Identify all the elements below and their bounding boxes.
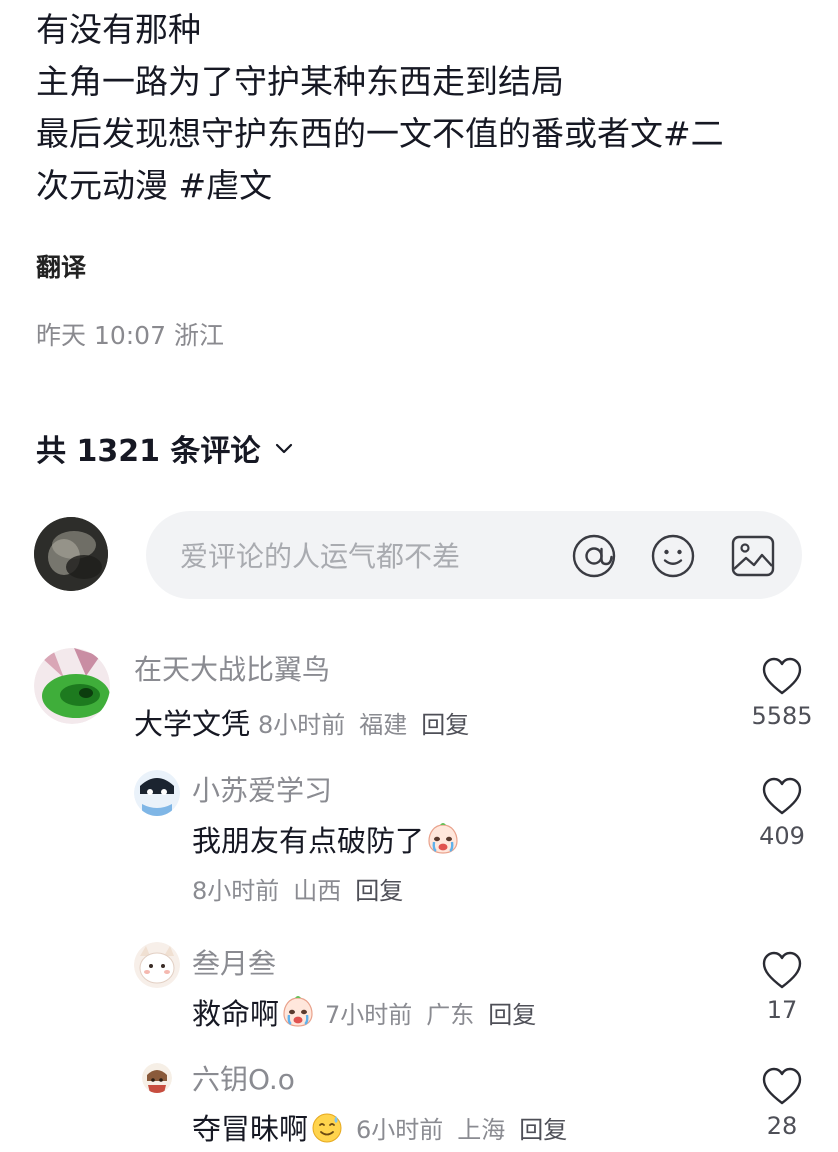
post-meta: 昨天 10:07 浙江 <box>36 321 224 350</box>
comment-location: 广东 <box>426 1000 475 1029</box>
comment-text: 大学文凭 <box>134 707 251 741</box>
post-line: 最后发现想守护东西的一文不值的番或者文#二 <box>36 114 724 153</box>
comment-text: 夺冒昧啊 <box>192 1112 309 1146</box>
reply-button[interactable]: 回复 <box>421 705 469 740</box>
like-button[interactable]: 409 <box>747 776 817 850</box>
comment-time: 7小时前 <box>325 1000 413 1029</box>
comment-username[interactable]: 小苏爱学习 <box>192 769 332 809</box>
heart-icon <box>762 951 802 989</box>
comment-username[interactable]: 六钥O.o <box>192 1058 295 1098</box>
chevron-down-icon <box>276 443 293 454</box>
crying-emoji-icon <box>283 996 313 1027</box>
crying-emoji-icon <box>428 823 458 854</box>
comment-time: 8小时前 <box>192 877 280 905</box>
like-count: 5585 <box>751 702 813 730</box>
comment-location: 山西 <box>293 877 342 905</box>
reply-button[interactable]: 回复 <box>488 995 536 1030</box>
comment-text: 我朋友有点破防了 <box>192 824 425 858</box>
translate-button[interactable]: 翻译 <box>36 248 86 284</box>
my-avatar[interactable] <box>34 517 108 591</box>
heart-icon <box>762 1067 802 1105</box>
comment-location: 上海 <box>457 1115 506 1144</box>
comment-text: 救命啊 <box>192 997 280 1031</box>
post-line: 次元动漫 #虐文 <box>36 166 273 205</box>
like-button[interactable]: 17 <box>747 950 817 1024</box>
like-button[interactable]: 5585 <box>747 656 817 730</box>
comment-username[interactable]: 在天大战比翼鸟 <box>134 648 330 688</box>
comment-username[interactable]: 叁月叁 <box>192 942 276 982</box>
comment-input-placeholder: 爱评论的人运气都不差 <box>180 540 461 573</box>
post-line: 有没有那种 <box>36 10 201 49</box>
like-button[interactable]: 28 <box>747 1066 817 1140</box>
comment-time: 8小时前 <box>258 710 346 739</box>
comment-count-label: 共 1321 条评论 <box>36 434 261 469</box>
avatar[interactable] <box>142 1063 172 1093</box>
at-icon[interactable] <box>571 533 617 579</box>
reply-button[interactable]: 回复 <box>519 1110 567 1145</box>
avatar[interactable] <box>34 648 110 724</box>
avatar[interactable] <box>134 770 180 816</box>
heart-icon <box>762 657 802 695</box>
post-text: 有没有那种 主角一路为了守护某种东西走到结局 最后发现想守护东西的一文不值的番或… <box>36 4 816 212</box>
emoji-icon[interactable] <box>650 533 696 579</box>
comment-input[interactable]: 爱评论的人运气都不差 <box>146 511 802 599</box>
comment-count-toggle[interactable]: 共 1321 条评论 <box>36 426 294 470</box>
like-count: 17 <box>766 996 798 1024</box>
like-count: 28 <box>766 1112 798 1140</box>
reply-button[interactable]: 回复 <box>355 871 403 906</box>
comment-location: 福建 <box>359 710 408 739</box>
avatar[interactable] <box>134 942 180 988</box>
sweat-smile-emoji-icon <box>312 1113 342 1143</box>
like-count: 409 <box>759 822 805 850</box>
comment-time: 6小时前 <box>356 1115 444 1144</box>
post-line: 主角一路为了守护某种东西走到结局 <box>36 62 564 101</box>
heart-icon <box>762 777 802 815</box>
image-icon[interactable] <box>730 533 776 579</box>
